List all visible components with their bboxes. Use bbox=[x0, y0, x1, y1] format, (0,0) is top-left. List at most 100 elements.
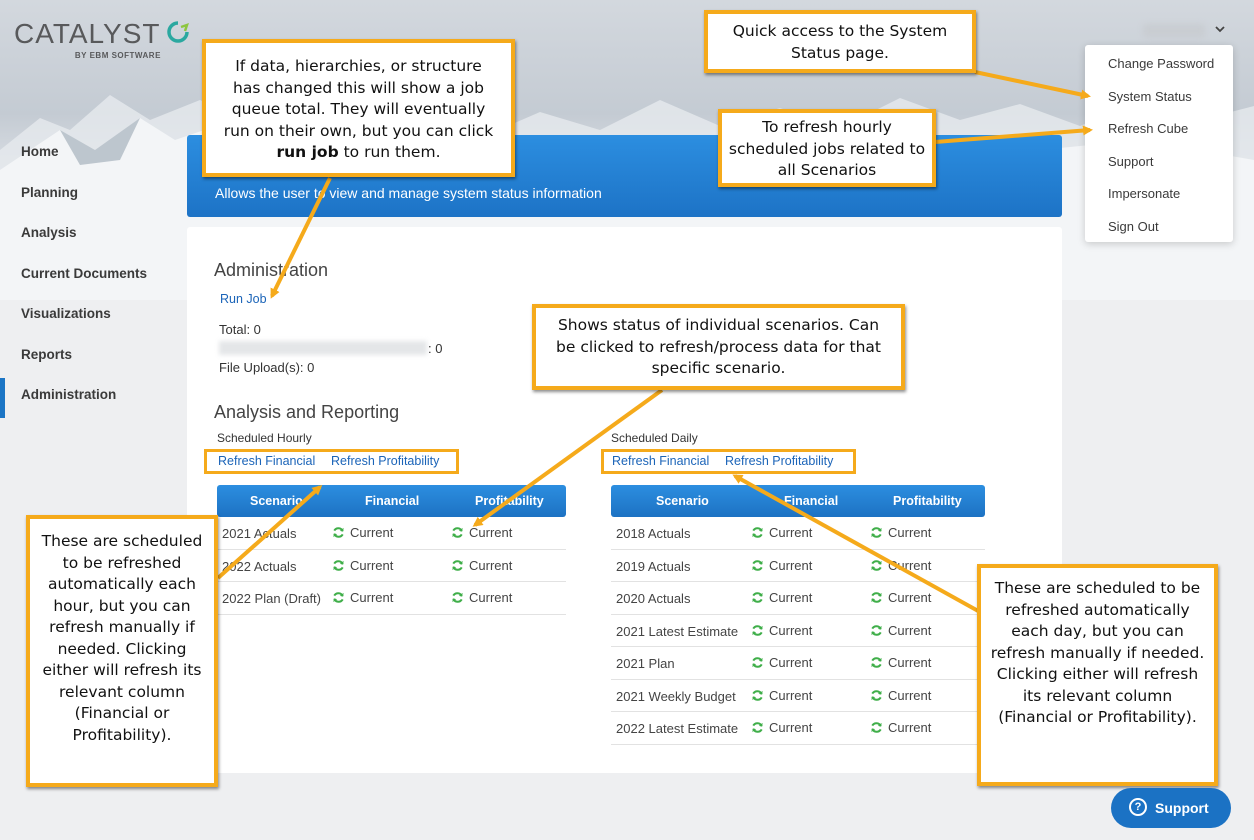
menu-item-refresh-cube[interactable]: Refresh Cube bbox=[1085, 110, 1233, 143]
status-text: Current bbox=[769, 590, 813, 605]
menu-item-support[interactable]: Support bbox=[1085, 143, 1233, 176]
sidebar-item-visualizations[interactable]: Visualizations bbox=[0, 297, 180, 338]
status-text: Current bbox=[888, 590, 932, 605]
status-text: Current bbox=[888, 720, 932, 735]
table-header: Scenario Financial Profitability bbox=[217, 485, 566, 517]
page-description: Allows the user to view and manage syste… bbox=[215, 185, 602, 201]
profitability-status[interactable]: Current bbox=[870, 558, 931, 573]
blurred-email-count: : 0 bbox=[428, 341, 443, 356]
table-row[interactable]: 2020 Actuals Current Current bbox=[611, 582, 985, 615]
table-row[interactable]: 2021 Plan Current Current bbox=[611, 647, 985, 680]
refresh-status-icon bbox=[452, 559, 463, 571]
profitability-status[interactable]: Current bbox=[451, 558, 512, 573]
support-button-label: Support bbox=[1155, 800, 1209, 816]
profitability-status[interactable]: Current bbox=[870, 525, 931, 540]
scheduled-daily-title: Scheduled Daily bbox=[611, 431, 698, 445]
profitability-status[interactable]: Current bbox=[870, 590, 931, 605]
sidebar-item-home[interactable]: Home bbox=[0, 135, 180, 176]
scenario-name: 2018 Actuals bbox=[616, 526, 691, 541]
question-circle-icon: ? bbox=[1129, 798, 1147, 816]
financial-status[interactable]: Current bbox=[751, 655, 812, 670]
callout-daily-note-text: These are scheduled to be refreshed auto… bbox=[990, 579, 1205, 726]
scenario-name: 2020 Actuals bbox=[616, 591, 691, 606]
scenario-name: 2022 Latest Estimate bbox=[616, 721, 739, 736]
logo-subtitle: BY EBM SOFTWARE bbox=[74, 51, 161, 60]
refresh-status-icon bbox=[752, 624, 763, 636]
refresh-status-icon bbox=[871, 559, 882, 571]
profitability-status[interactable]: Current bbox=[870, 655, 931, 670]
profitability-status[interactable]: Current bbox=[451, 590, 512, 605]
table-row[interactable]: 2022 Actuals Current Current bbox=[217, 550, 566, 582]
financial-status[interactable]: Current bbox=[751, 525, 812, 540]
scenario-name: 2022 Actuals bbox=[222, 558, 297, 574]
status-text: Current bbox=[769, 557, 813, 573]
refresh-status-icon bbox=[752, 592, 763, 603]
status-text: Current bbox=[350, 525, 394, 540]
callout-scenario-status-text: Shows status of individual scenarios. Ca… bbox=[556, 316, 881, 377]
table-row[interactable]: 2021 Weekly Budget Current Current bbox=[611, 680, 985, 712]
callout-refresh-cube-text: To refresh hourly scheduled jobs related… bbox=[728, 118, 926, 179]
sidebar-item-current-documents[interactable]: Current Documents bbox=[0, 257, 180, 298]
sidebar-item-administration[interactable]: Administration bbox=[0, 378, 180, 419]
table-header: Scenario Financial Profitability bbox=[611, 485, 985, 517]
callout-daily-note: These are scheduled to be refreshed auto… bbox=[977, 564, 1218, 786]
column-header-profitability: Profitability bbox=[893, 494, 962, 508]
file-uploads-count: File Upload(s): 0 bbox=[219, 360, 315, 375]
table-row[interactable]: 2019 Actuals Current Current bbox=[611, 550, 985, 582]
sidebar-item-analysis[interactable]: Analysis bbox=[0, 216, 180, 257]
column-header-financial: Financial bbox=[365, 494, 420, 508]
column-header-scenario: Scenario bbox=[656, 494, 709, 508]
refresh-status-icon bbox=[871, 722, 882, 733]
financial-status[interactable]: Current bbox=[751, 558, 812, 573]
table-row[interactable]: 2021 Latest Estimate Current Current bbox=[611, 615, 985, 647]
status-text: Current bbox=[469, 557, 513, 573]
financial-status[interactable]: Current bbox=[751, 688, 812, 703]
refresh-status-icon bbox=[333, 559, 344, 571]
refresh-status-icon bbox=[871, 624, 882, 636]
user-menu-trigger[interactable] bbox=[1143, 22, 1227, 42]
profitability-status[interactable]: Current bbox=[870, 688, 931, 703]
menu-item-system-status[interactable]: System Status bbox=[1085, 78, 1233, 111]
sidebar-item-reports[interactable]: Reports bbox=[0, 338, 180, 379]
financial-status[interactable]: Current bbox=[751, 623, 812, 638]
financial-status[interactable]: Current bbox=[332, 590, 393, 605]
scenario-name: 2021 Weekly Budget bbox=[616, 688, 736, 704]
daily-refresh-links-highlight bbox=[601, 449, 856, 474]
administration-heading: Administration bbox=[214, 260, 329, 280]
sidebar-item-planning[interactable]: Planning bbox=[0, 176, 180, 217]
run-job-link[interactable]: Run Job bbox=[220, 292, 267, 306]
table-row[interactable]: 2018 Actuals Current Current bbox=[611, 517, 985, 550]
financial-status[interactable]: Current bbox=[332, 525, 393, 540]
status-text: Current bbox=[888, 525, 932, 540]
profitability-status[interactable]: Current bbox=[870, 623, 931, 638]
menu-item-sign-out[interactable]: Sign Out bbox=[1085, 208, 1233, 241]
column-header-profitability: Profitability bbox=[475, 494, 544, 508]
financial-status[interactable]: Current bbox=[751, 590, 812, 605]
table-row[interactable]: 2022 Plan (Draft) Current Current bbox=[217, 582, 566, 615]
refresh-status-icon bbox=[871, 592, 882, 603]
scenario-name: 2022 Plan (Draft) bbox=[222, 591, 321, 606]
status-text: Current bbox=[769, 687, 813, 703]
refresh-status-icon bbox=[752, 689, 763, 701]
hourly-refresh-links-highlight bbox=[204, 449, 459, 474]
blurred-email bbox=[219, 341, 427, 355]
logo-brand: CATALYST bbox=[14, 18, 161, 49]
status-text: Current bbox=[888, 557, 932, 573]
scenario-name: 2021 Latest Estimate bbox=[616, 623, 739, 639]
menu-item-impersonate[interactable]: Impersonate bbox=[1085, 175, 1233, 208]
financial-status[interactable]: Current bbox=[751, 720, 812, 735]
catalyst-logo[interactable]: CATALYST BY EBM SOFTWARE bbox=[14, 18, 189, 60]
blurred-username bbox=[1143, 24, 1205, 38]
profitability-status[interactable]: Current bbox=[451, 525, 512, 540]
profitability-status[interactable]: Current bbox=[870, 720, 931, 735]
column-header-financial: Financial bbox=[784, 494, 839, 508]
hourly-scenario-table: Scenario Financial Profitability 2021 Ac… bbox=[217, 485, 566, 615]
callout-system-status-text: Quick access to the System Status page. bbox=[732, 22, 948, 62]
callout-job-queue-text-end: to run them. bbox=[338, 143, 441, 161]
scheduled-hourly-title: Scheduled Hourly bbox=[217, 431, 312, 445]
table-row[interactable]: 2021 Actuals Current Current bbox=[217, 517, 566, 550]
menu-item-change-password[interactable]: Change Password bbox=[1085, 45, 1233, 78]
support-button[interactable]: ? Support bbox=[1111, 788, 1231, 828]
table-row[interactable]: 2022 Latest Estimate Current Current bbox=[611, 712, 985, 745]
financial-status[interactable]: Current bbox=[332, 558, 393, 573]
